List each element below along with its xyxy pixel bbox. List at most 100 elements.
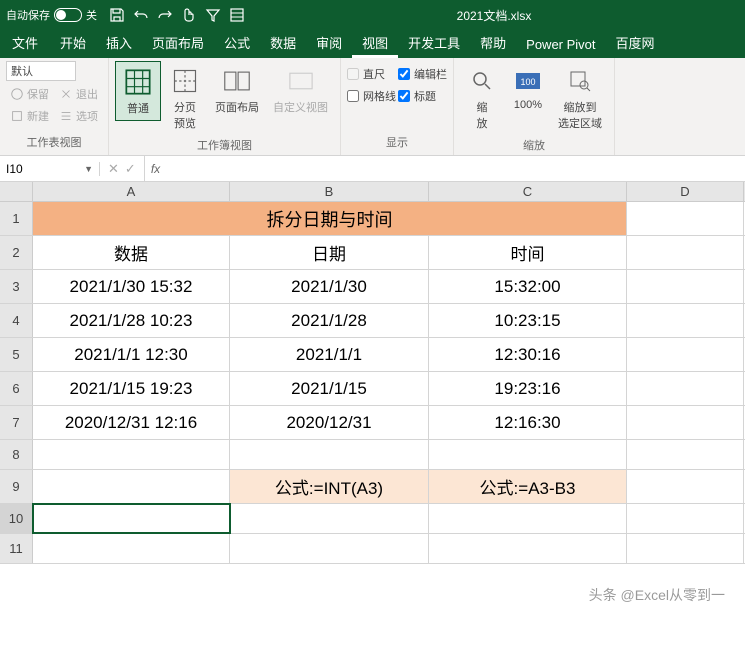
tab-insert[interactable]: 插入: [96, 27, 142, 58]
normal-view-button[interactable]: 普通: [115, 61, 161, 121]
row-header[interactable]: 1: [0, 202, 33, 235]
select-all-corner[interactable]: [0, 182, 33, 201]
cell[interactable]: 12:30:16: [429, 338, 627, 371]
tab-baidu[interactable]: 百度网: [606, 27, 665, 58]
cell[interactable]: [429, 504, 627, 533]
grid-icon: [122, 66, 154, 98]
tab-powerpivot[interactable]: Power Pivot: [516, 31, 605, 58]
col-header-b[interactable]: B: [230, 182, 429, 201]
name-box[interactable]: I10 ▼: [0, 162, 100, 176]
zoom-button[interactable]: 缩 放: [460, 61, 504, 135]
column-headers: A B C D: [0, 182, 745, 202]
cell[interactable]: 拆分日期与时间: [230, 202, 429, 235]
form-icon[interactable]: [226, 4, 248, 26]
cell[interactable]: [33, 470, 230, 503]
cell[interactable]: [230, 504, 429, 533]
cell[interactable]: [627, 470, 744, 503]
headings-checkbox[interactable]: 标题: [398, 87, 447, 105]
cell[interactable]: [627, 202, 744, 235]
redo-icon[interactable]: [154, 4, 176, 26]
cell[interactable]: [230, 440, 429, 469]
toggle-switch[interactable]: [54, 8, 82, 22]
col-header-a[interactable]: A: [33, 182, 230, 201]
cell[interactable]: 2021/1/30 15:32: [33, 270, 230, 303]
row-header[interactable]: 8: [0, 440, 33, 469]
cell[interactable]: 2020/12/31 12:16: [33, 406, 230, 439]
touch-icon[interactable]: [178, 4, 200, 26]
save-icon[interactable]: [106, 4, 128, 26]
cell[interactable]: 19:23:16: [429, 372, 627, 405]
cell[interactable]: [627, 504, 744, 533]
row-header[interactable]: 7: [0, 406, 33, 439]
row-header[interactable]: 11: [0, 534, 33, 563]
tab-data[interactable]: 数据: [260, 27, 306, 58]
cell[interactable]: 公式:=A3-B3: [429, 470, 627, 503]
cell[interactable]: 2021/1/1: [230, 338, 429, 371]
cell[interactable]: 时间: [429, 236, 627, 269]
cell[interactable]: 2021/1/15 19:23: [33, 372, 230, 405]
cell[interactable]: [33, 440, 230, 469]
cell[interactable]: [627, 372, 744, 405]
cell[interactable]: [429, 534, 627, 563]
cell[interactable]: [627, 406, 744, 439]
cell[interactable]: 2021/1/30: [230, 270, 429, 303]
cell[interactable]: [627, 534, 744, 563]
cell[interactable]: [33, 534, 230, 563]
cell[interactable]: [230, 534, 429, 563]
row-header[interactable]: 10: [0, 504, 33, 533]
row-header[interactable]: 6: [0, 372, 33, 405]
row-header[interactable]: 4: [0, 304, 33, 337]
formulabar-checkbox[interactable]: 编辑栏: [398, 65, 447, 83]
tab-review[interactable]: 审阅: [306, 27, 352, 58]
autosave-state: 关: [86, 7, 97, 23]
pagebreak-button[interactable]: 分页 预览: [163, 61, 207, 135]
fx-icon[interactable]: fx: [145, 162, 166, 176]
filter-icon[interactable]: [202, 4, 224, 26]
cell[interactable]: 数据: [33, 236, 230, 269]
row-header[interactable]: 2: [0, 236, 33, 269]
col-header-d[interactable]: D: [627, 182, 744, 201]
cell[interactable]: [627, 440, 744, 469]
pagelayout-button[interactable]: 页面布局: [209, 61, 265, 119]
cell[interactable]: 日期: [230, 236, 429, 269]
cell[interactable]: 2021/1/1 12:30: [33, 338, 230, 371]
zoom-selection-icon: [564, 65, 596, 97]
cell[interactable]: [627, 304, 744, 337]
row-header[interactable]: 5: [0, 338, 33, 371]
row-header[interactable]: 9: [0, 470, 33, 503]
cell[interactable]: 2021/1/15: [230, 372, 429, 405]
chevron-down-icon[interactable]: ▼: [84, 164, 93, 174]
cell[interactable]: 10:23:15: [429, 304, 627, 337]
cell[interactable]: [627, 338, 744, 371]
cell[interactable]: [429, 202, 627, 235]
cell[interactable]: [33, 202, 230, 235]
tab-help[interactable]: 帮助: [470, 27, 516, 58]
cell[interactable]: [627, 236, 744, 269]
exit-button: 退出: [55, 83, 102, 105]
autosave-toggle[interactable]: 自动保存 关: [6, 7, 97, 23]
cell[interactable]: [627, 270, 744, 303]
row-header[interactable]: 3: [0, 270, 33, 303]
new-button: 新建: [6, 105, 53, 127]
zoom-selection-button[interactable]: 缩放到 选定区域: [552, 61, 608, 135]
cell[interactable]: 2021/1/28 10:23: [33, 304, 230, 337]
tab-layout[interactable]: 页面布局: [142, 27, 214, 58]
undo-icon[interactable]: [130, 4, 152, 26]
tab-file[interactable]: 文件: [0, 27, 50, 58]
cell[interactable]: [33, 504, 230, 533]
cell[interactable]: 12:16:30: [429, 406, 627, 439]
cell[interactable]: 2020/12/31: [230, 406, 429, 439]
sheetview-default[interactable]: 默认: [6, 61, 76, 81]
zoom-label: 缩放: [460, 135, 608, 155]
cell[interactable]: [429, 440, 627, 469]
tab-dev[interactable]: 开发工具: [398, 27, 470, 58]
cell[interactable]: 公式:=INT(A3): [230, 470, 429, 503]
col-header-c[interactable]: C: [429, 182, 627, 201]
gridlines-checkbox[interactable]: 网格线: [347, 87, 396, 105]
tab-formula[interactable]: 公式: [214, 27, 260, 58]
zoom100-button[interactable]: 100 100%: [506, 61, 550, 115]
cell[interactable]: 2021/1/28: [230, 304, 429, 337]
cell[interactable]: 15:32:00: [429, 270, 627, 303]
tab-view[interactable]: 视图: [352, 27, 398, 58]
tab-home[interactable]: 开始: [50, 27, 96, 58]
